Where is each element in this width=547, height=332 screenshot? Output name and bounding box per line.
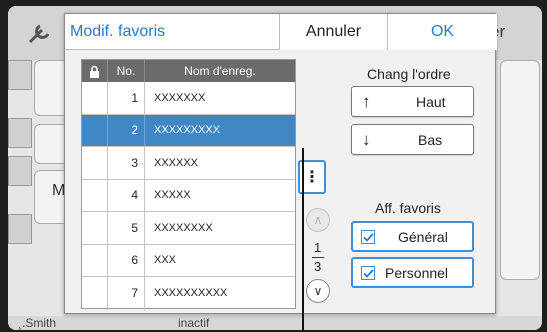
lock-cell [82,212,108,244]
background-side-tab [8,156,32,186]
row-name: XXXXXXXX [154,221,213,234]
row-name: XXXXXXXXXX [154,287,228,300]
ok-button[interactable]: OK [387,14,497,50]
checkbox [361,230,375,244]
background-side-tab [8,60,32,90]
row-name: XXXXXX [154,156,199,169]
checkbox [361,266,375,280]
checkmark-icon [362,232,374,242]
lock-cell [82,277,108,310]
table-row[interactable]: 1 XXXXXXX [82,82,295,115]
row-name: XXXXXXXXX [154,124,221,137]
move-up-button[interactable]: ↑ Haut [351,86,474,117]
row-number: 2 [108,114,145,146]
row-name: XXXXX [154,189,191,202]
personal-label: Personnel [385,265,449,281]
arrow-up-icon: ↑ [362,92,371,111]
background-status: inactif [178,316,210,330]
scroll-down-button[interactable]: ∨ [306,279,330,303]
background-footer [8,316,542,330]
dialog-title: Modif. favoris [70,23,166,40]
table-header: No. Nom d'enreg. [82,60,295,82]
background-side-tab [8,118,32,148]
lock-cell [82,179,108,211]
background-side-tab [8,214,32,244]
table-row[interactable]: 4 XXXXX [82,179,295,212]
display-favorites-label: Aff. favoris [375,200,441,216]
table-row-selected[interactable]: 2 XXXXXXXXX [82,114,295,147]
chevron-up-icon: ∧ [313,213,323,227]
row-name: XXXXXXX [154,91,206,104]
move-down-label: Bas [418,132,443,148]
wrench-icon [28,24,50,44]
lock-column-header [82,60,108,82]
edit-favorites-dialog: Modif. favoris Annuler OK No. Nom d'enre… [64,13,497,314]
lock-cell [82,147,108,179]
dialog-header: Modif. favoris Annuler OK [65,14,497,50]
row-number: 4 [108,179,145,211]
cancel-button[interactable]: Annuler [279,14,387,50]
lock-cell [82,244,108,276]
table-row[interactable]: 3 XXXXXX [82,147,295,180]
page-current: 1 [314,240,322,255]
arrow-down-icon: ↓ [362,130,371,149]
row-number: 5 [108,212,145,244]
row-number: 6 [108,244,145,276]
callout-line [302,148,304,332]
table-row[interactable]: 6 XXX [82,244,295,277]
background-user: ¸.Smith [18,316,57,330]
change-order-label: Chang l'ordre [367,66,451,82]
move-down-button[interactable]: ↓ Bas [351,124,474,155]
move-up-label: Haut [416,94,446,110]
chevron-down-icon: ∨ [313,284,323,298]
row-number: 3 [108,147,145,179]
no-column-header: No. [108,60,145,82]
lock-cell [82,82,108,114]
row-number: 7 [108,277,145,310]
general-label: Général [398,229,448,245]
row-name: XXX [154,254,177,267]
page-total: 3 [314,259,322,274]
personal-checkbox-button[interactable]: Personnel [351,257,474,288]
table-row[interactable]: 5 XXXXXXXX [82,212,295,245]
lock-cell [82,114,108,146]
table-row[interactable]: 7 XXXXXXXXXX [82,277,295,310]
general-checkbox-button[interactable]: Général [351,221,474,252]
lock-icon [90,65,99,78]
scroll-up-button[interactable]: ∧ [306,208,330,232]
page-divider [312,257,324,258]
favorites-table: No. Nom d'enreg. 1 XXXXXXX 2 XXXXXXXXX 3… [81,59,296,310]
name-column-header: Nom d'enreg. [184,64,256,78]
row-number: 1 [108,82,145,114]
checkmark-icon [362,268,374,278]
background-tile [500,60,540,280]
